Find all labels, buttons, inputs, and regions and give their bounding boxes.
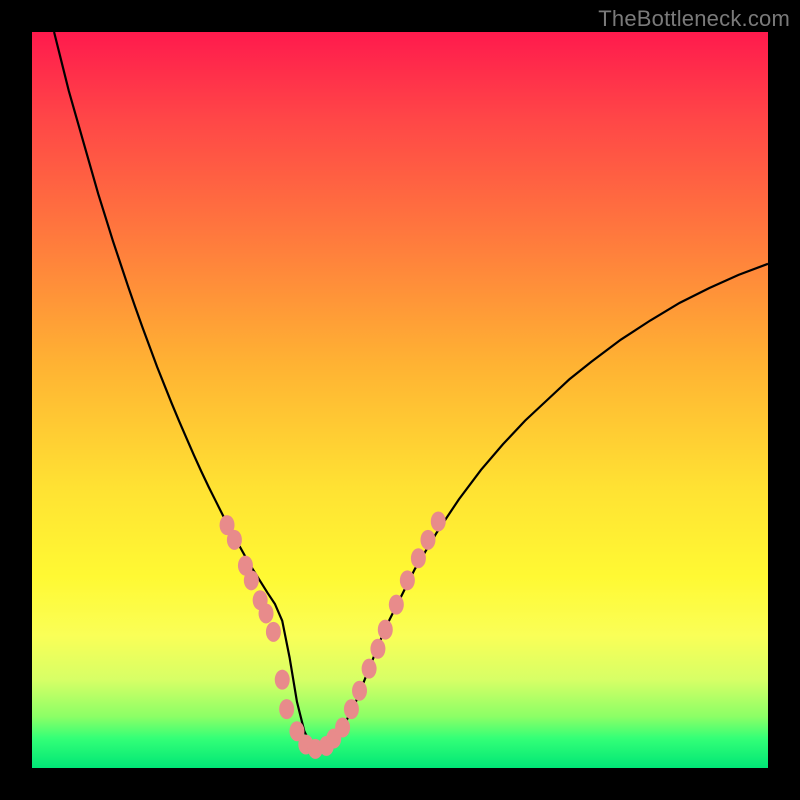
watermark-text: TheBottleneck.com (598, 6, 790, 32)
curve-marker (275, 670, 290, 690)
curve-marker (362, 659, 377, 679)
curve-marker (420, 530, 435, 550)
curve-marker (344, 699, 359, 719)
chart-container: TheBottleneck.com (0, 0, 800, 800)
curve-marker (335, 718, 350, 738)
curve-marker (266, 622, 281, 642)
curve-marker (411, 548, 426, 568)
curve-marker (244, 570, 259, 590)
curve-layer (32, 32, 768, 768)
curve-marker (378, 620, 393, 640)
plot-area (32, 32, 768, 768)
curve-marker (389, 595, 404, 615)
marker-group (220, 511, 446, 758)
curve-marker (279, 699, 294, 719)
curve-marker (370, 639, 385, 659)
curve-marker (431, 511, 446, 531)
curve-marker (400, 570, 415, 590)
bottleneck-curve (54, 32, 768, 750)
curve-marker (259, 603, 274, 623)
curve-marker (227, 530, 242, 550)
curve-marker (352, 681, 367, 701)
